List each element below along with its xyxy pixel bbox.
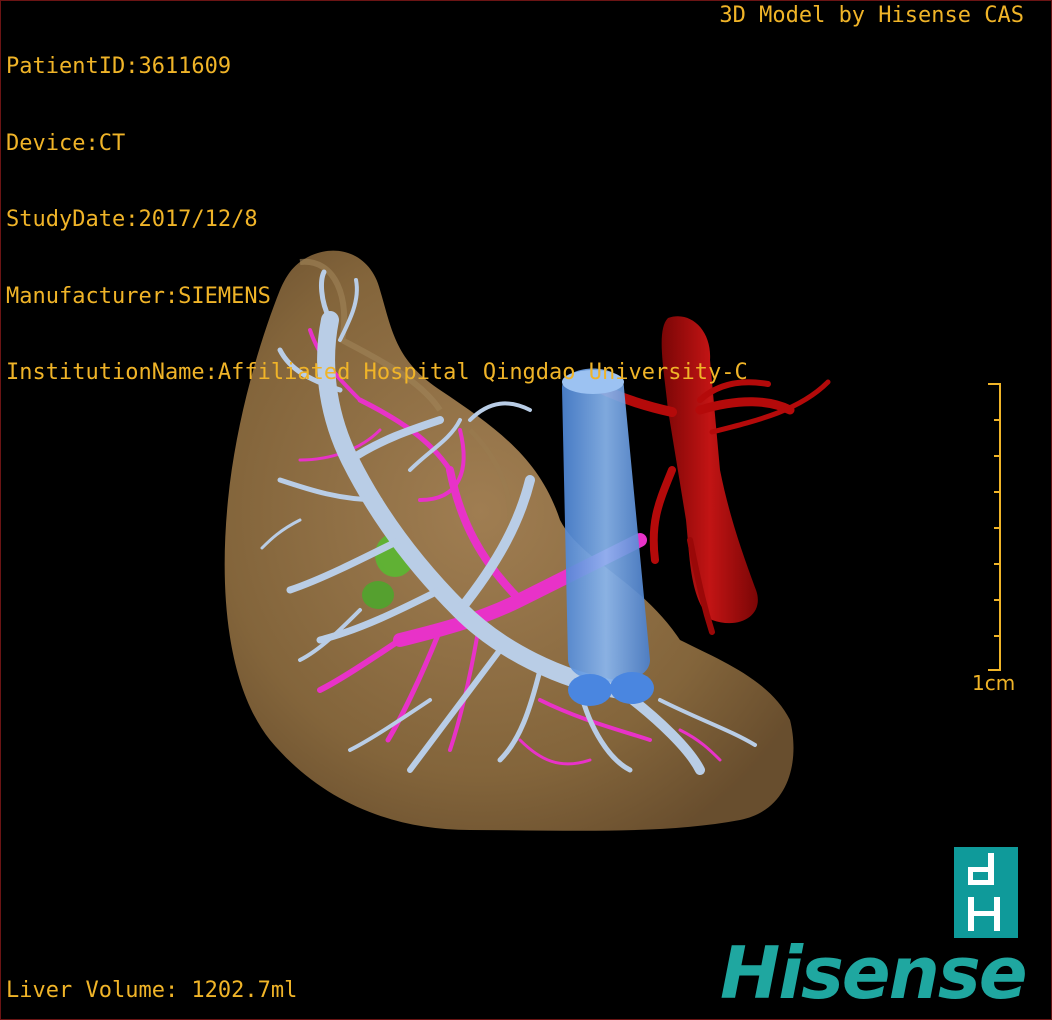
scale-bar-label: 1cm bbox=[972, 671, 1016, 695]
manufacturer: Manufacturer:SIEMENS bbox=[6, 283, 271, 309]
patient-info-overlay: PatientID:3611609 Device:CT StudyDate:20… bbox=[6, 3, 748, 411]
hisense-brand-text: Hisense bbox=[720, 931, 1028, 1015]
scale-bar bbox=[988, 383, 1001, 671]
study-date: StudyDate:2017/12/8 bbox=[6, 207, 258, 232]
liver-volume: Liver Volume: 1202.7ml bbox=[6, 978, 298, 1003]
patient-id: PatientID:3611609 bbox=[6, 54, 232, 79]
device: Device:CT bbox=[6, 130, 126, 156]
institution-name: InstitutionName:Affiliated Hospital Qing… bbox=[6, 360, 748, 385]
model-watermark: 3D Model by Hisense CAS bbox=[719, 3, 1024, 28]
hisense-logo-icon bbox=[954, 847, 1018, 938]
